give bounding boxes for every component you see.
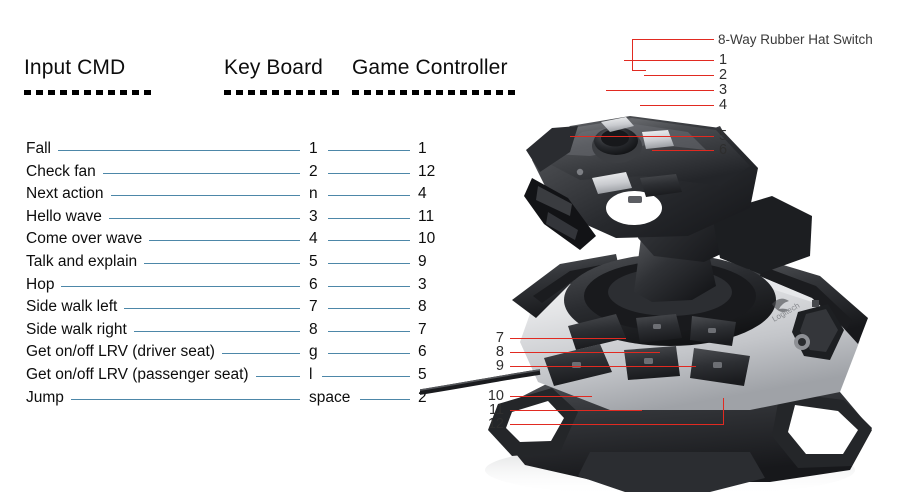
leader-line-key-to-pad [327,263,410,264]
leader-line-cmd-to-key [144,263,300,264]
leader-line-cmd-to-key [124,308,300,310]
callout-line-6 [652,150,714,152]
leader-line-key-to-pad [327,172,410,174]
callout-label-hat-switch: 8-Way Rubber Hat Switch [718,32,873,47]
callout-line-10 [510,396,592,398]
input-cmd-label: Fall [26,140,51,157]
key-board-value: g [309,343,318,361]
key-board-value: 8 [309,320,318,338]
callout-line-hat-switch-tip [632,70,646,72]
callout-number-6: 6 [719,142,728,158]
base-label-mark [812,300,819,307]
callout-number-4: 4 [719,97,728,113]
input-cmd-label: Side walk left [26,298,118,316]
diagram-page: Input CMD Key Board Game Controller Fall… [0,0,900,500]
leader-line-cmd-to-key [221,353,300,355]
button-mark-e [708,328,716,333]
header-divider-input-cmd [24,90,153,95]
handle-badge [628,196,642,203]
key-board-value: 1 [309,140,318,157]
leader-line-key-to-pad [327,240,410,242]
leader-line-cmd-to-key [61,285,300,287]
leader-line-key-to-pad [327,308,410,310]
key-board-value: 5 [309,253,318,270]
leader-line-cmd-to-key [149,240,300,242]
callout-number-2: 2 [719,67,728,83]
leader-line-key-to-pad [360,398,410,400]
leader-line-key-to-pad [327,285,410,287]
column-header-key-board: Key Board [224,56,323,79]
callout-line-3 [606,90,714,92]
callout-line-9 [510,366,696,368]
leader-line-cmd-to-key [102,172,300,174]
button-mark-d [653,324,661,329]
callout-line-1 [624,60,714,62]
throttle-pivot-inner [798,338,806,346]
led-indicator [576,168,584,176]
key-board-value: 2 [309,162,318,180]
leader-line-key-to-pad [327,195,410,197]
input-cmd-label: Talk and explain [26,253,138,270]
callout-line-12 [510,424,724,426]
key-board-value: 4 [309,230,318,248]
leader-line-key-to-pad [322,376,410,377]
callout-line-4 [640,105,714,107]
callout-line-hat-switch [632,39,714,41]
leader-line-key-to-pad [327,217,410,219]
leader-line-cmd-to-key [110,195,300,197]
input-cmd-label: Get on/off LRV (passenger seat) [26,366,249,383]
key-board-value: space [309,388,351,406]
input-cmd-label: Hop [26,275,55,293]
input-cmd-label: Hello wave [26,207,102,225]
hat-switch-top [601,129,629,147]
leader-line-key-to-pad [327,330,410,332]
input-cmd-label: Jump [26,388,64,406]
leader-line-cmd-to-key [57,150,300,151]
input-cmd-label: Check fan [26,162,96,180]
key-board-value: l [309,366,313,383]
button-mark-b [644,358,653,364]
leader-line-key-to-pad [327,353,410,355]
callout-number-3: 3 [719,82,728,98]
leader-line-cmd-to-key [70,398,300,400]
key-board-value: 7 [309,298,318,316]
input-cmd-label: Get on/off LRV (driver seat) [26,343,215,361]
callout-elbow-hat-switch [632,39,634,71]
callout-line-5 [570,136,714,138]
input-cmd-label: Next action [26,185,104,203]
header-divider-key-board [224,90,341,95]
callout-line-2 [644,75,714,77]
callout-line-11 [510,410,642,412]
key-board-value: 6 [309,275,318,293]
key-board-value: n [309,185,318,203]
input-cmd-label: Side walk right [26,320,127,338]
leader-line-key-to-pad [327,150,410,151]
button-mark-c [713,362,722,368]
callout-number-1: 1 [719,52,728,68]
column-header-input-cmd: Input CMD [24,56,126,79]
callout-elbow-12 [723,398,725,425]
callout-number-9: 9 [495,358,504,374]
callout-line-7 [510,338,626,340]
callout-number-12: 12 [487,416,504,432]
key-board-value: 3 [309,207,318,225]
leader-line-cmd-to-key [108,217,300,219]
leader-line-cmd-to-key [133,330,300,332]
leader-line-cmd-to-key [255,376,300,377]
input-cmd-label: Come over wave [26,230,143,248]
callout-line-8 [510,352,660,354]
